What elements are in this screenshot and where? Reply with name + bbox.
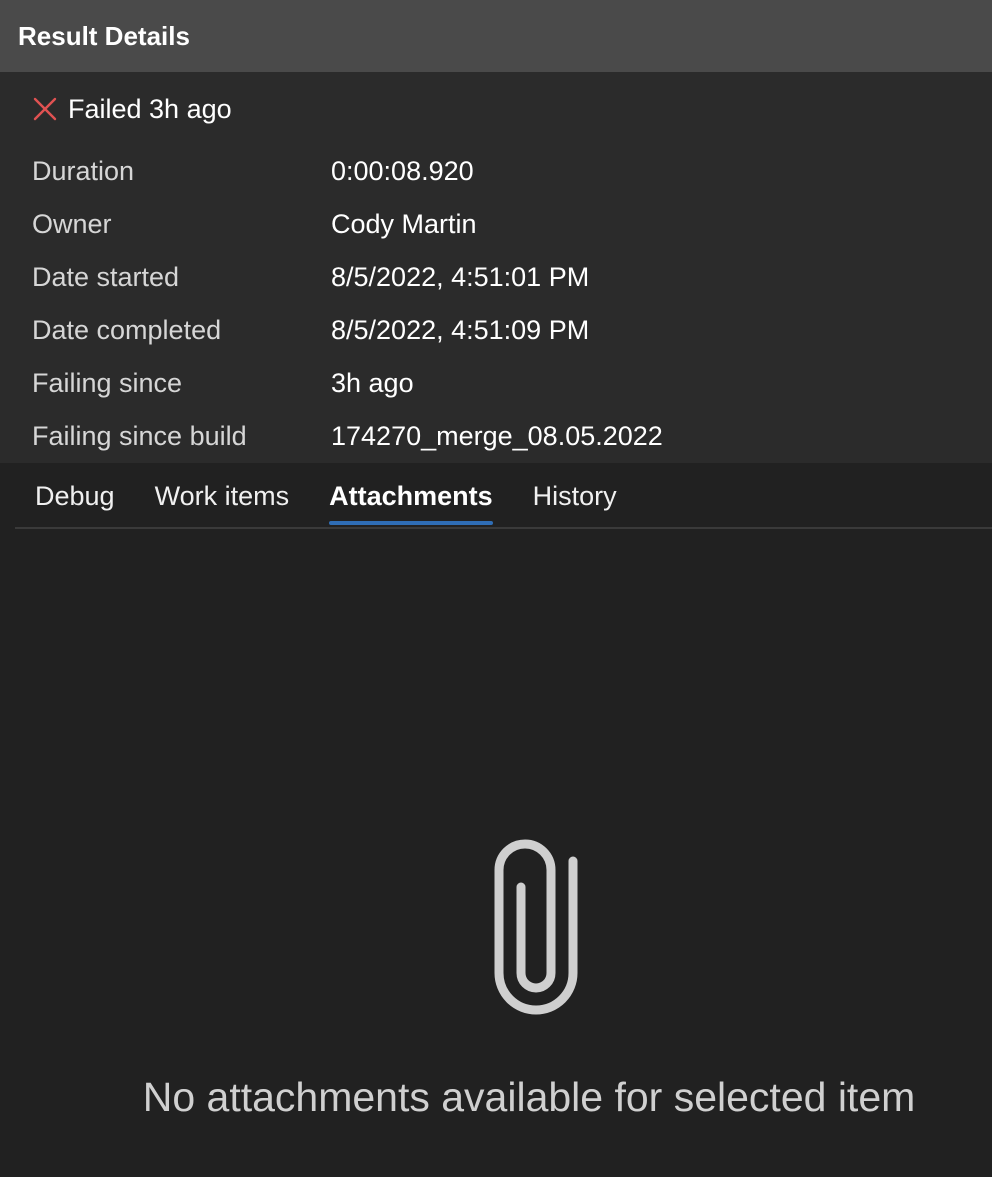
close-icon bbox=[32, 96, 58, 122]
tab-debug[interactable]: Debug bbox=[15, 463, 135, 527]
property-label: Failing since build bbox=[32, 421, 247, 451]
property-value: 0:00:08.920 bbox=[331, 156, 474, 186]
title-bar: Result Details bbox=[0, 0, 992, 72]
tab-label: History bbox=[532, 481, 617, 511]
result-details-window: Result Details Failed 3h ago Duration 0:… bbox=[0, 0, 992, 1177]
tab-history[interactable]: History bbox=[513, 463, 637, 527]
status-row: Failed 3h ago bbox=[32, 92, 232, 126]
property-value: 3h ago bbox=[331, 368, 414, 398]
property-row-date-completed: Date completed 8/5/2022, 4:51:09 PM bbox=[32, 304, 932, 357]
active-tab-indicator bbox=[329, 521, 493, 525]
empty-state-message: No attachments available for selected it… bbox=[142, 1074, 916, 1120]
status-text: Failed 3h ago bbox=[68, 93, 232, 124]
property-value: 174270_merge_08.05.2022 bbox=[331, 421, 663, 451]
properties-list: Duration 0:00:08.920 Owner Cody Martin D… bbox=[32, 145, 932, 463]
property-row-date-started: Date started 8/5/2022, 4:51:01 PM bbox=[32, 251, 932, 304]
property-label: Duration bbox=[32, 156, 135, 186]
tab-label: Work items bbox=[154, 481, 290, 511]
property-row-owner: Owner Cody Martin bbox=[32, 198, 932, 251]
result-summary: Failed 3h ago Duration 0:00:08.920 Owner… bbox=[0, 72, 992, 463]
property-row-failing-since: Failing since 3h ago bbox=[32, 357, 932, 410]
tab-label: Debug bbox=[35, 481, 115, 511]
window-title: Result Details bbox=[18, 20, 190, 51]
property-value: Cody Martin bbox=[331, 209, 477, 239]
tab-bar: Debug Work items Attachments History bbox=[15, 463, 992, 529]
tab-label: Attachments bbox=[329, 481, 493, 511]
tab-attachments[interactable]: Attachments bbox=[309, 463, 513, 527]
property-label: Date completed bbox=[32, 315, 222, 345]
tab-work-items[interactable]: Work items bbox=[135, 463, 310, 527]
attachments-empty-state: No attachments available for selected it… bbox=[0, 528, 992, 1177]
property-row-duration: Duration 0:00:08.920 bbox=[32, 145, 932, 198]
property-value: 8/5/2022, 4:51:09 PM bbox=[331, 315, 590, 345]
paperclip-icon bbox=[487, 823, 585, 1023]
property-label: Failing since bbox=[32, 368, 183, 398]
property-value: 8/5/2022, 4:51:01 PM bbox=[331, 262, 590, 292]
property-label: Owner bbox=[32, 209, 112, 239]
property-row-failing-since-build: Failing since build 174270_merge_08.05.2… bbox=[32, 410, 932, 463]
property-label: Date started bbox=[32, 262, 180, 292]
